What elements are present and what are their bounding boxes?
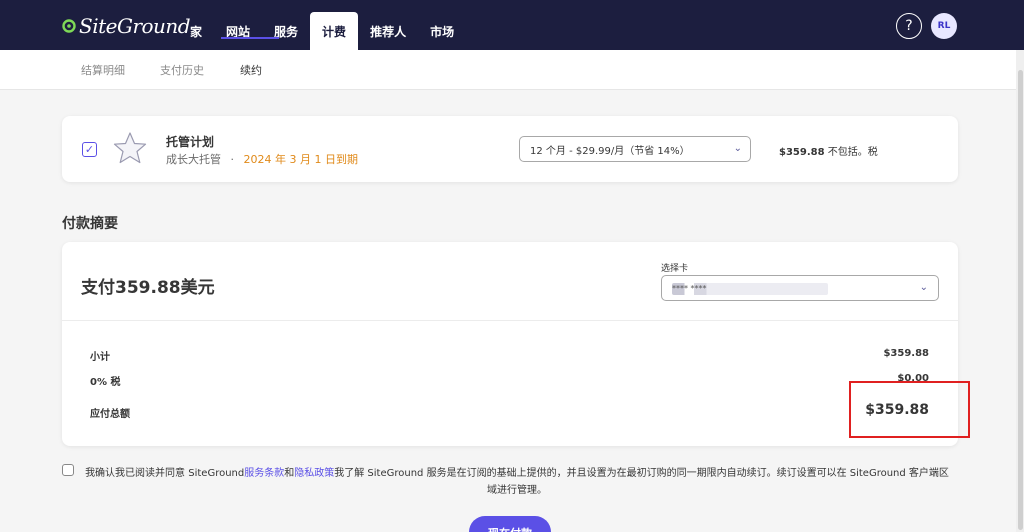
top-navbar: SiteGround 家 网站 服务 计费 推荐人 市场 ? RL xyxy=(0,0,1024,50)
chevron-down-icon: ⌄ xyxy=(919,282,928,293)
billing-subnav: 结算明细 支付历史 续约 xyxy=(0,50,1024,90)
tab-renewals[interactable]: 续约 xyxy=(240,50,262,90)
plan-title: 托管计划 xyxy=(166,135,215,149)
logo-text: SiteGround xyxy=(79,14,191,38)
main-nav: 家 网站 服务 计费 推荐人 市场 xyxy=(178,12,466,50)
nav-item-services[interactable]: 服务 xyxy=(262,12,310,50)
plan-subtitle: 成长大托管 · 2024 年 3 月 1 日到期 xyxy=(166,151,358,167)
hosting-plan-card: ✓ 托管计划 成长大托管 · 2024 年 3 月 1 日到期 12 个月 - … xyxy=(62,116,958,182)
chevron-down-icon: ⌄ xyxy=(733,143,742,154)
nav-item-referrals[interactable]: 推荐人 xyxy=(358,12,418,50)
nav-item-home[interactable]: 家 xyxy=(178,12,214,50)
star-icon xyxy=(112,130,148,170)
subtotal-label: 小计 xyxy=(90,352,110,363)
privacy-policy-link[interactable]: 隐私政策 xyxy=(294,468,334,479)
terms-checkbox[interactable] xyxy=(62,464,74,476)
card-select[interactable]: **** **** ⌄ xyxy=(661,275,939,301)
total-label: 应付总额 xyxy=(90,409,130,420)
siteground-logo[interactable]: SiteGround xyxy=(62,14,191,38)
terms-and: 和 xyxy=(284,468,295,479)
page-scrollbar-thumb[interactable] xyxy=(1018,70,1023,530)
card-select-label: 选择卡 xyxy=(661,264,689,274)
plan-price-amount: $359.88 xyxy=(779,147,825,158)
siteground-logo-icon xyxy=(62,17,76,35)
active-tab-indicator xyxy=(221,37,279,39)
divider xyxy=(62,320,958,321)
nav-item-websites[interactable]: 网站 xyxy=(214,12,262,50)
avatar[interactable]: RL xyxy=(931,13,957,39)
terms-text: 我确认我已阅读并同意 SiteGround服务条款和隐私政策我了解 SiteGr… xyxy=(82,465,952,499)
nav-item-billing[interactable]: 计费 xyxy=(310,12,359,50)
terms-prefix: 我确认我已阅读并同意 SiteGround xyxy=(85,468,245,479)
card-number-masked: **** **** xyxy=(672,283,828,295)
plan-name: 成长大托管 xyxy=(166,153,221,166)
nav-item-marketplace[interactable]: 市场 xyxy=(418,12,466,50)
terms-suffix: 我了解 SiteGround 服务是在订阅的基础上提供的，并且设置为在最初订购的… xyxy=(334,468,949,496)
payment-summary-card: 支付359.88美元 选择卡 **** **** ⌄ 小计 $359.88 0%… xyxy=(62,242,958,446)
terms-of-service-link[interactable]: 服务条款 xyxy=(244,468,284,479)
tab-billing-details[interactable]: 结算明细 xyxy=(81,50,125,90)
plan-due-date: 2024 年 3 月 1 日到期 xyxy=(243,153,358,166)
pay-amount-title: 支付359.88美元 xyxy=(81,278,215,298)
plan-price: $359.88 不包括。税 xyxy=(779,143,878,158)
renewal-period-select[interactable]: 12 个月 - $29.99/月（节省 14%） ⌄ xyxy=(519,136,751,162)
tab-payment-history[interactable]: 支付历史 xyxy=(160,50,204,90)
subtotal-value: $359.88 xyxy=(883,348,929,359)
tax-label: 0% 税 xyxy=(90,377,121,388)
help-icon[interactable]: ? xyxy=(896,13,922,39)
plan-price-suffix: 不包括。税 xyxy=(827,147,878,158)
payment-summary-heading: 付款摘要 xyxy=(62,216,118,232)
renewal-period-value: 12 个月 - $29.99/月（节省 14%） xyxy=(530,145,690,157)
plan-separator: · xyxy=(230,153,235,166)
pay-now-button[interactable]: 现在付款 xyxy=(469,516,551,532)
plan-select-checkbox[interactable]: ✓ xyxy=(82,142,97,157)
highlight-annotation-box xyxy=(849,381,970,438)
